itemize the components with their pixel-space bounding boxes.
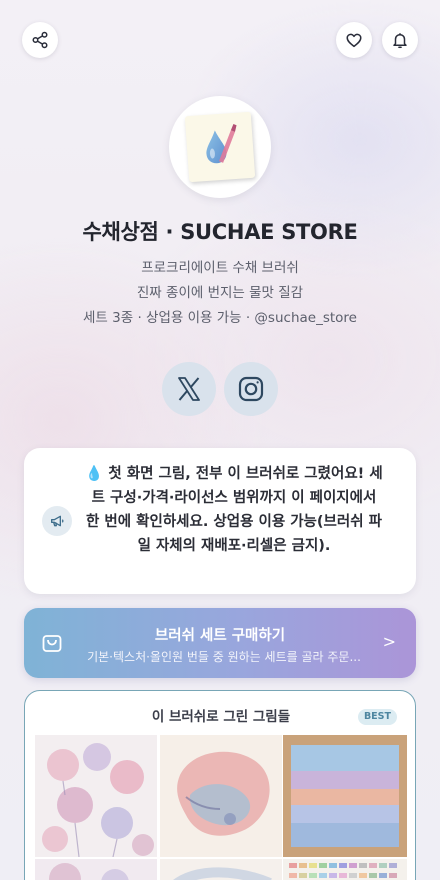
heart-icon	[346, 33, 362, 48]
store-description-line1: 프로크리에이트 수채 브러쉬	[141, 260, 299, 276]
gallery-thumbnail-5[interactable]	[160, 859, 282, 880]
x-social-link[interactable]	[162, 362, 216, 416]
buy-brush-set-button[interactable]: 브러쉬 세트 구매하기 기본·텍스처·올인원 번들 중 원하는 세트를 골라 주…	[24, 608, 416, 678]
gallery-thumbnail-4[interactable]	[35, 859, 157, 880]
bell-icon	[393, 33, 407, 49]
avatar-card	[184, 111, 256, 183]
store-description-line3: 세트 3종 · 상업용 이용 가능 · @suchae_store	[83, 310, 357, 326]
notification-button[interactable]	[382, 22, 418, 58]
buy-button-subtitle: 기본·텍스처·올인원 번들 중 원하는 세트를 골라 주문...	[87, 650, 361, 664]
best-badge: BEST	[357, 709, 397, 725]
top-bar	[22, 22, 418, 58]
gallery-thumbnail-palette[interactable]	[283, 859, 407, 880]
gallery-thumbnail-bloom[interactable]	[160, 735, 282, 857]
gallery-thumbnail-flowers[interactable]	[35, 735, 157, 857]
share-icon	[32, 31, 48, 49]
buy-button-title: 브러쉬 세트 구매하기	[154, 628, 286, 644]
chevron-right-icon: >	[382, 632, 396, 651]
notice-card: 💧 첫 화면 그림, 전부 이 브러쉬로 그렸어요! 세트 구성·가격·라이선스…	[24, 448, 416, 594]
store-description-line2: 진짜 종이에 번지는 물맛 질감	[136, 285, 304, 301]
brush-drop-logo	[206, 124, 237, 164]
instagram-icon	[238, 376, 264, 402]
x-logo-icon	[178, 377, 200, 401]
artwork-gallery: 이 브러쉬로 그린 그림들 BEST	[24, 690, 416, 880]
share-button[interactable]	[22, 22, 58, 58]
store-avatar	[169, 96, 271, 198]
gallery-thumbnail-landscape[interactable]	[283, 735, 407, 857]
megaphone-icon	[42, 506, 72, 536]
store-name: 수채상점 · SUCHAE STORE	[82, 220, 358, 244]
instagram-social-link[interactable]	[224, 362, 278, 416]
favorite-button[interactable]	[336, 22, 372, 58]
notice-text: 💧 첫 화면 그림, 전부 이 브러쉬로 그렸어요! 세트 구성·가격·라이선스…	[85, 466, 383, 554]
